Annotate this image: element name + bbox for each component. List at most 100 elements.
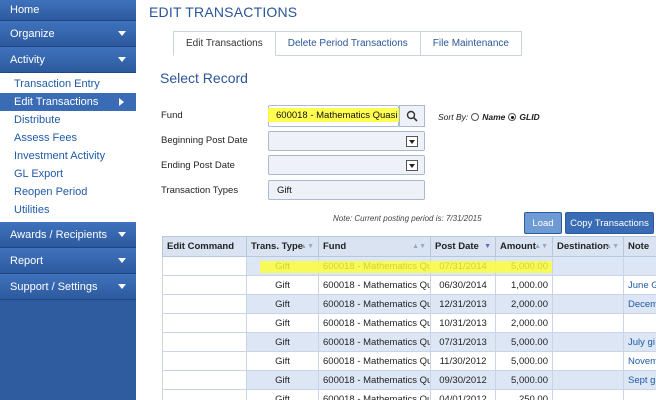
sidebar-item-gl-export[interactable]: GL Export — [0, 165, 136, 183]
nav-awards[interactable]: Awards / Recipients — [0, 222, 136, 248]
tab-delete-period-transactions[interactable]: Delete Period Transactions — [275, 31, 421, 56]
amount-cell: 2,000.00 — [495, 313, 553, 333]
sort-name-radio[interactable] — [471, 113, 480, 121]
edit-command-cell[interactable] — [162, 351, 247, 371]
load-button[interactable]: Load — [524, 212, 562, 234]
destination-cell — [552, 389, 624, 400]
nav-organize[interactable]: Organize — [0, 21, 136, 47]
table-row[interactable]: Gift 600018 - Mathematics Quasi 10/31/20… — [162, 313, 656, 333]
tab-edit-transactions[interactable]: Edit Transactions — [173, 31, 276, 56]
fund-cell: 600018 - Mathematics Quasi — [318, 256, 431, 276]
beginning-post-date-label: Beginning Post Date — [161, 135, 248, 146]
note-cell: Sept gi — [623, 370, 656, 390]
chevron-down-icon — [406, 136, 418, 147]
sidebar-item-label: Edit Transactions — [14, 96, 99, 108]
column-header-label: Edit Command — [167, 241, 235, 252]
edit-command-cell[interactable] — [162, 294, 247, 314]
page-title: EDIT TRANSACTIONS — [149, 4, 298, 20]
column-header-destination[interactable]: Destination ▲▼ — [552, 236, 624, 257]
table-row[interactable]: Gift 600018 - Mathematics Quasi 09/30/20… — [162, 370, 656, 390]
tab-file-maintenance[interactable]: File Maintenance — [420, 31, 522, 56]
caret-down-icon — [118, 232, 126, 237]
sidebar-item-utilities[interactable]: Utilities — [0, 201, 136, 219]
column-header-edit-command[interactable]: Edit Command — [162, 236, 247, 257]
table-row[interactable]: Gift 600018 - Mathematics Quasi 07/31/20… — [162, 256, 656, 276]
fund-cell: 600018 - Mathematics Quasi — [318, 313, 431, 333]
copy-transactions-button[interactable]: Copy Transactions — [565, 212, 654, 234]
beginning-post-date-select[interactable] — [268, 131, 425, 151]
sort-by-group: Sort By: Name GLID — [438, 112, 540, 122]
edit-command-cell[interactable] — [162, 256, 247, 276]
note-cell — [623, 389, 656, 400]
post-date-cell: 09/30/2012 — [430, 370, 496, 390]
sidebar-item-edit-transactions[interactable]: Edit Transactions — [0, 93, 136, 111]
fund-cell: 600018 - Mathematics Quasi — [318, 389, 431, 400]
sidebar-item-reopen-period[interactable]: Reopen Period — [0, 183, 136, 201]
nav-activity[interactable]: Activity — [0, 47, 136, 73]
sidebar-item-assess-fees[interactable]: Assess Fees — [0, 129, 136, 147]
column-header-label: Amount — [500, 241, 536, 252]
nav-report-label: Report — [10, 254, 44, 267]
sort-glid-radio[interactable] — [508, 113, 517, 121]
nav-home-label: Home — [10, 4, 40, 16]
sidebar-item-investment-activity[interactable]: Investment Activity — [0, 147, 136, 165]
activity-submenu: Transaction Entry Edit Transactions Dist… — [0, 73, 136, 222]
sort-arrows-icon: ▲▼ — [605, 243, 619, 250]
sort-by-label: Sort By: — [438, 112, 469, 122]
column-header-label: Fund — [323, 241, 347, 252]
sidebar: Home Organize Activity Transaction Entry… — [0, 0, 136, 400]
post-date-cell: 07/31/2014 — [430, 256, 496, 276]
table-row[interactable]: Gift 600018 - Mathematics Quasi 06/30/20… — [162, 275, 656, 295]
nav-support[interactable]: Support / Settings — [0, 274, 136, 300]
column-header-label: Destination — [557, 241, 609, 252]
fund-search-button[interactable] — [399, 105, 425, 127]
note-cell: Decem — [623, 294, 656, 314]
note-cell — [623, 313, 656, 333]
transaction-types-field[interactable]: Gift — [268, 180, 425, 200]
amount-cell: 250.00 — [495, 389, 553, 400]
search-icon — [406, 110, 418, 122]
nav-awards-label: Awards / Recipients — [10, 228, 108, 241]
sort-arrows-icon: ▲▼ — [534, 243, 548, 250]
column-header-label: Note — [628, 241, 650, 252]
section-title: Select Record — [160, 70, 248, 86]
table-row[interactable]: Gift 600018 - Mathematics Quasi 04/01/20… — [162, 389, 656, 400]
column-header-fund[interactable]: Fund ▲▼ — [318, 236, 431, 257]
trans-type-cell: Gift — [246, 351, 319, 371]
edit-command-cell[interactable] — [162, 275, 247, 295]
fund-cell: 600018 - Mathematics Quasi — [318, 294, 431, 314]
trans-type-cell: Gift — [246, 370, 319, 390]
sort-glid-label: GLID — [519, 112, 540, 122]
trans-type-cell: Gift — [246, 275, 319, 295]
edit-command-cell[interactable] — [162, 389, 247, 400]
table-row[interactable]: Gift 600018 - Mathematics Quasi 07/31/20… — [162, 332, 656, 352]
nav-home[interactable]: Home — [0, 0, 136, 21]
post-date-cell: 12/31/2013 — [430, 294, 496, 314]
fund-value: 600018 - Mathematics Quasi — [276, 110, 398, 121]
column-header-note[interactable]: Note — [623, 236, 656, 257]
post-date-cell: 10/31/2013 — [430, 313, 496, 333]
edit-command-cell[interactable] — [162, 370, 247, 390]
sort-arrows-icon: ▲▼ — [412, 243, 426, 250]
caret-down-icon — [118, 284, 126, 289]
amount-cell: 5,000.00 — [495, 351, 553, 371]
column-header-trans-type[interactable]: Trans. Type ▲▼ — [246, 236, 319, 257]
fund-cell: 600018 - Mathematics Quasi — [318, 332, 431, 352]
destination-cell — [552, 332, 624, 352]
column-header-amount[interactable]: Amount ▲▼ — [495, 236, 553, 257]
edit-command-cell[interactable] — [162, 332, 247, 352]
table-row[interactable]: Gift 600018 - Mathematics Quasi 11/30/20… — [162, 351, 656, 371]
sidebar-item-distribute[interactable]: Distribute — [0, 111, 136, 129]
ending-post-date-select[interactable] — [268, 155, 425, 175]
caret-down-icon — [118, 57, 126, 62]
column-header-label: Trans. Type — [251, 241, 304, 252]
amount-cell: 5,000.00 — [495, 370, 553, 390]
destination-cell — [552, 351, 624, 371]
edit-command-cell[interactable] — [162, 313, 247, 333]
table-row[interactable]: Gift 600018 - Mathematics Quasi 12/31/20… — [162, 294, 656, 314]
nav-report[interactable]: Report — [0, 248, 136, 274]
sidebar-item-transaction-entry[interactable]: Transaction Entry — [0, 75, 136, 93]
amount-cell: 5,000.00 — [495, 332, 553, 352]
fund-cell: 600018 - Mathematics Quasi — [318, 275, 431, 295]
column-header-post-date[interactable]: Post Date ▼ — [430, 236, 496, 257]
